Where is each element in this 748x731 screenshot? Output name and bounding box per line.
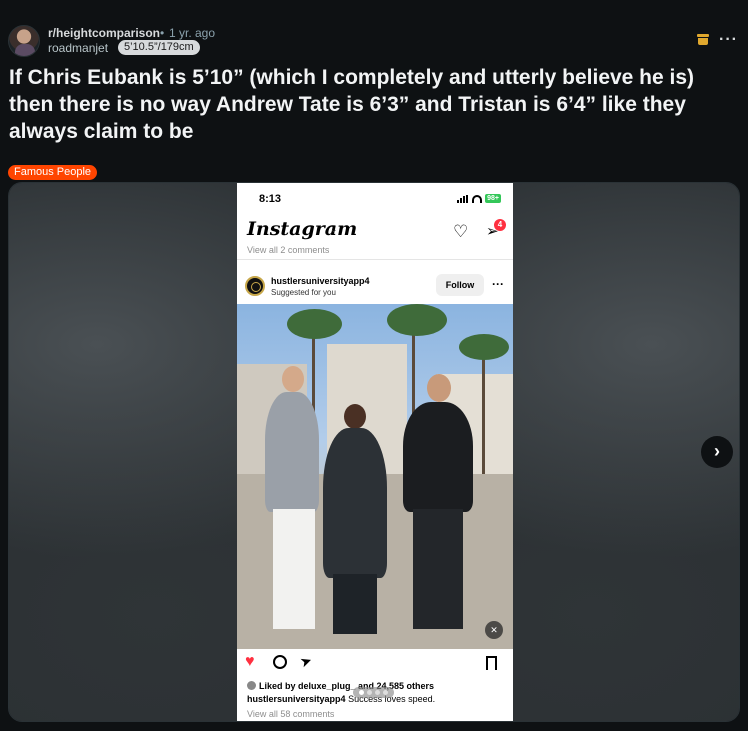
post-header: r/heightcomparison • 1 yr. ago roadmanje… (8, 24, 740, 58)
bookmark-icon (486, 656, 497, 670)
post-title: If Chris Eubank is 5’10” (which I comple… (9, 66, 695, 143)
more-icon: ··· (492, 277, 504, 291)
carousel-dot (367, 690, 372, 695)
caption-user: hustlersuniversityapp4 (247, 694, 346, 704)
account-subtitle: Suggested for you (271, 288, 336, 297)
status-icons: 98+ (457, 194, 501, 203)
share-icon: ➤ (297, 651, 315, 671)
person-left-legs (273, 509, 315, 629)
post-actions: ··· (697, 31, 738, 47)
notification-badge: 4 (494, 219, 506, 231)
person-right-legs (413, 509, 463, 629)
heart-filled-icon: ♥ (245, 653, 255, 670)
author-link[interactable]: roadmanjet (48, 41, 108, 55)
person-right-shirt (403, 402, 473, 512)
caption: hustlersuniversityapp4 Success loves spe… (247, 694, 435, 704)
person-left-head (282, 366, 304, 392)
palm-tree (482, 344, 485, 474)
liked-by-text: Liked by deluxe_plug_ and 24,585 others (247, 681, 434, 691)
status-time: 8:13 (259, 193, 282, 205)
signal-icon (457, 194, 469, 203)
carousel-dot (375, 690, 380, 695)
carousel-dot (383, 690, 388, 695)
user-flair: 5’10.5”/179cm (118, 40, 200, 55)
person-right-head (427, 374, 451, 402)
separator-dot: • (160, 26, 165, 40)
person-middle-legs (333, 574, 377, 634)
person-middle-head (344, 404, 366, 429)
palm-fronds (459, 334, 509, 360)
palm-fronds (287, 309, 342, 339)
carousel-dot-active (359, 690, 364, 695)
more-options-icon[interactable]: ··· (719, 31, 738, 47)
person-left-shirt (265, 392, 319, 512)
battery-icon: 98+ (485, 194, 501, 203)
media-gallery[interactable]: 8:13 98+ Instagram ⌄ ♡ ➢ 4 View all 2 co… (8, 182, 740, 722)
account-avatar (245, 276, 265, 296)
comment-icon (273, 655, 287, 669)
archive-icon[interactable] (697, 34, 710, 45)
carousel-dots (353, 687, 394, 698)
street-photo: ✕ (237, 304, 513, 649)
mute-icon: ✕ (485, 621, 503, 639)
divider (237, 259, 513, 260)
post-time: 1 yr. ago (169, 26, 216, 40)
chevron-right-icon[interactable]: › (701, 436, 733, 468)
view-comments-text: View all 2 comments (247, 245, 330, 255)
post-flair[interactable]: Famous People (8, 165, 98, 180)
subreddit-link[interactable]: r/heightcomparison (48, 26, 160, 40)
subreddit-avatar[interactable] (8, 25, 40, 57)
instagram-screenshot: 8:13 98+ Instagram ⌄ ♡ ➢ 4 View all 2 co… (237, 183, 513, 721)
liker-avatar (247, 681, 256, 690)
palm-fronds (387, 304, 447, 336)
view-all-comments: View all 58 comments (247, 709, 335, 719)
chevron-down-icon: ⌄ (330, 224, 338, 234)
follow-button: Follow (436, 274, 484, 296)
wifi-icon (472, 194, 483, 203)
heart-outline-icon: ♡ (453, 222, 469, 241)
liked-by-label: Liked by deluxe_plug_ and 24,585 others (259, 681, 435, 691)
account-name: hustlersuniversityapp4 (271, 276, 370, 286)
person-middle-coat (323, 428, 387, 578)
instagram-logo: Instagram (247, 218, 358, 240)
